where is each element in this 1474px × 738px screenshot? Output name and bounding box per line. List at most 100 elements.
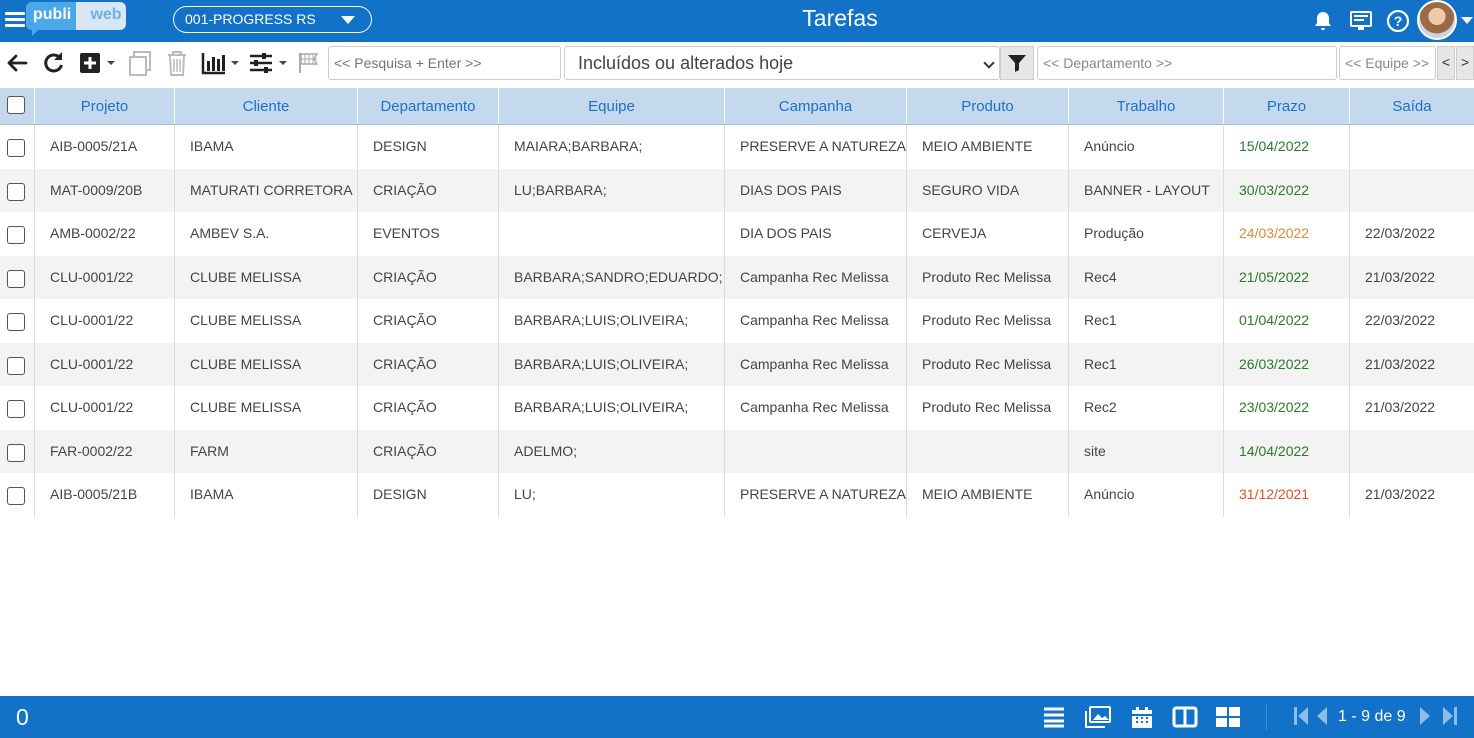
cell-campanha: DIAS DOS PAIS [725,168,907,212]
first-page-icon[interactable] [1293,706,1309,731]
column-header-trabalho[interactable]: Trabalho [1069,88,1224,124]
cell-equipe: BARBARA;LUIS;OLIVEIRA; [499,299,725,343]
cell-produto [907,429,1069,473]
cell-equipe: BARBARA;LUIS;OLIVEIRA; [499,342,725,386]
table-row[interactable]: CLU-0001/22 CLUBE MELISSA CRIAÇÃO BARBARA;L… [0,386,1474,430]
column-header-projeto[interactable]: Projeto [35,88,175,124]
row-checkbox[interactable] [0,255,35,299]
cell-trabalho: Rec1 [1069,299,1224,343]
help-icon[interactable]: ? [1386,9,1410,33]
cell-projeto: FAR-0002/22 [35,429,175,473]
back-arrow-icon[interactable] [4,49,30,77]
cell-produto: SEGURO VIDA [907,168,1069,212]
cell-cliente: MATURATI CORRETORA [175,168,358,212]
refresh-icon[interactable] [40,49,66,77]
cell-cliente: CLUBE MELISSA [175,386,358,430]
trash-icon[interactable] [164,49,190,77]
row-checkbox[interactable] [0,473,35,517]
column-header-departamento[interactable]: Departamento [358,88,499,124]
cell-produto: Produto Rec Melissa [907,386,1069,430]
image-view-icon[interactable] [1085,706,1111,733]
filter-button[interactable] [1000,46,1034,80]
table-row[interactable]: FAR-0002/22 FARM CRIAÇÃO ADELMO; site 14/04/2… [0,429,1474,473]
row-checkbox[interactable] [0,386,35,430]
table-row[interactable]: CLU-0001/22 CLUBE MELISSA CRIAÇÃO BARBARA;S… [0,255,1474,299]
scroll-right-button[interactable]: > [1456,46,1474,80]
filter-value: Incluídos ou alterados hoje [578,53,794,73]
avatar[interactable] [1417,0,1457,40]
search-input[interactable] [328,46,561,80]
filter-select[interactable]: Incluídos ou alterados hoje [564,46,1000,80]
chevron-down-icon [983,57,995,69]
row-checkbox[interactable] [0,342,35,386]
cell-equipe: BARBARA;LUIS;OLIVEIRA; [499,386,725,430]
cell-campanha: Campanha Rec Melissa [725,255,907,299]
cell-projeto: MAT-0009/20B [35,168,175,212]
svg-text:?: ? [1394,13,1403,29]
table-row[interactable]: AIB-0005/21A IBAMA DESIGN MAIARA;BARBARA; PR… [0,125,1474,169]
team-input[interactable]: << Equipe >> [1339,46,1436,80]
column-header-saida[interactable]: Saída [1350,88,1474,124]
row-checkbox[interactable] [0,299,35,343]
row-checkbox[interactable] [0,168,35,212]
monitor-icon[interactable] [1349,9,1373,33]
cell-trabalho: Rec4 [1069,255,1224,299]
prev-page-icon[interactable] [1315,706,1329,731]
row-checkbox[interactable] [0,212,35,256]
flag-icon[interactable] [296,49,322,77]
pager-label: 1 - 9 de 9 [1338,708,1406,725]
column-header-produto[interactable]: Produto [907,88,1069,124]
chevron-down-icon[interactable] [1461,17,1473,24]
last-page-icon[interactable] [1442,706,1458,731]
row-checkbox[interactable] [0,125,35,169]
cell-departamento: CRIAÇÃO [358,299,499,343]
column-header-campanha[interactable]: Campanha [725,88,907,124]
table-row[interactable]: AIB-0005/21B IBAMA DESIGN LU; PRESERVE A NAT… [0,473,1474,517]
logo[interactable]: web publi [26,2,126,36]
bell-icon[interactable] [1311,9,1335,33]
row-checkbox[interactable] [0,429,35,473]
chart-icon[interactable] [200,49,242,77]
cell-departamento: DESIGN [358,473,499,517]
calendar-view-icon[interactable] [1130,706,1154,735]
company-label: 001-PROGRESS RS [185,11,316,27]
cell-saida: 21/03/2022 [1365,399,1436,415]
next-page-icon[interactable] [1418,706,1432,731]
column-header-prazo[interactable]: Prazo [1224,88,1350,124]
menu-icon[interactable] [5,9,25,31]
scroll-left-button[interactable]: < [1437,46,1455,80]
cell-departamento: CRIAÇÃO [358,429,499,473]
table-row[interactable]: CLU-0001/22 CLUBE MELISSA CRIAÇÃO BARBARA;L… [0,342,1474,386]
table-row[interactable]: MAT-0009/20B MATURATI CORRETORA CRIAÇÃO LU;… [0,168,1474,212]
cell-cliente: CLUBE MELISSA [175,255,358,299]
copy-icon[interactable] [127,49,153,77]
select-all-checkbox[interactable] [0,88,35,124]
cell-prazo: 14/04/2022 [1224,429,1350,473]
add-icon[interactable] [78,49,118,77]
cell-projeto: CLU-0001/22 [35,255,175,299]
table-row[interactable]: CLU-0001/22 CLUBE MELISSA CRIAÇÃO BARBARA;L… [0,299,1474,343]
cell-produto: CERVEJA [907,212,1069,256]
table-row[interactable]: AMB-0002/22 AMBEV S.A. EVENTOS DIA DOS PAIS… [0,212,1474,256]
cell-equipe: LU; [499,473,725,517]
cell-produto: MEIO AMBIENTE [907,473,1069,517]
cell-produto: Produto Rec Melissa [907,255,1069,299]
cell-projeto: AIB-0005/21B [35,473,175,517]
cell-prazo: 23/03/2022 [1224,386,1350,430]
column-header-cliente[interactable]: Cliente [175,88,358,124]
cell-saida: 21/03/2022 [1365,486,1436,502]
sliders-icon[interactable] [248,49,290,77]
chevron-down-icon [341,16,355,24]
list-view-icon[interactable] [1042,706,1066,733]
company-select[interactable]: 001-PROGRESS RS [173,6,372,33]
task-table: Projeto Cliente Departamento Equipe Camp… [0,88,1474,517]
cell-saida: 22/03/2022 [1365,312,1436,328]
cell-trabalho: Anúncio [1069,473,1224,517]
grid-view-icon[interactable] [1215,706,1241,733]
cell-campanha: Campanha Rec Melissa [725,299,907,343]
department-input[interactable]: << Departamento >> [1037,46,1337,80]
column-header-equipe[interactable]: Equipe [499,88,725,124]
cell-departamento: CRIAÇÃO [358,342,499,386]
logo-right: web [74,2,126,30]
columns-view-icon[interactable] [1172,706,1198,733]
